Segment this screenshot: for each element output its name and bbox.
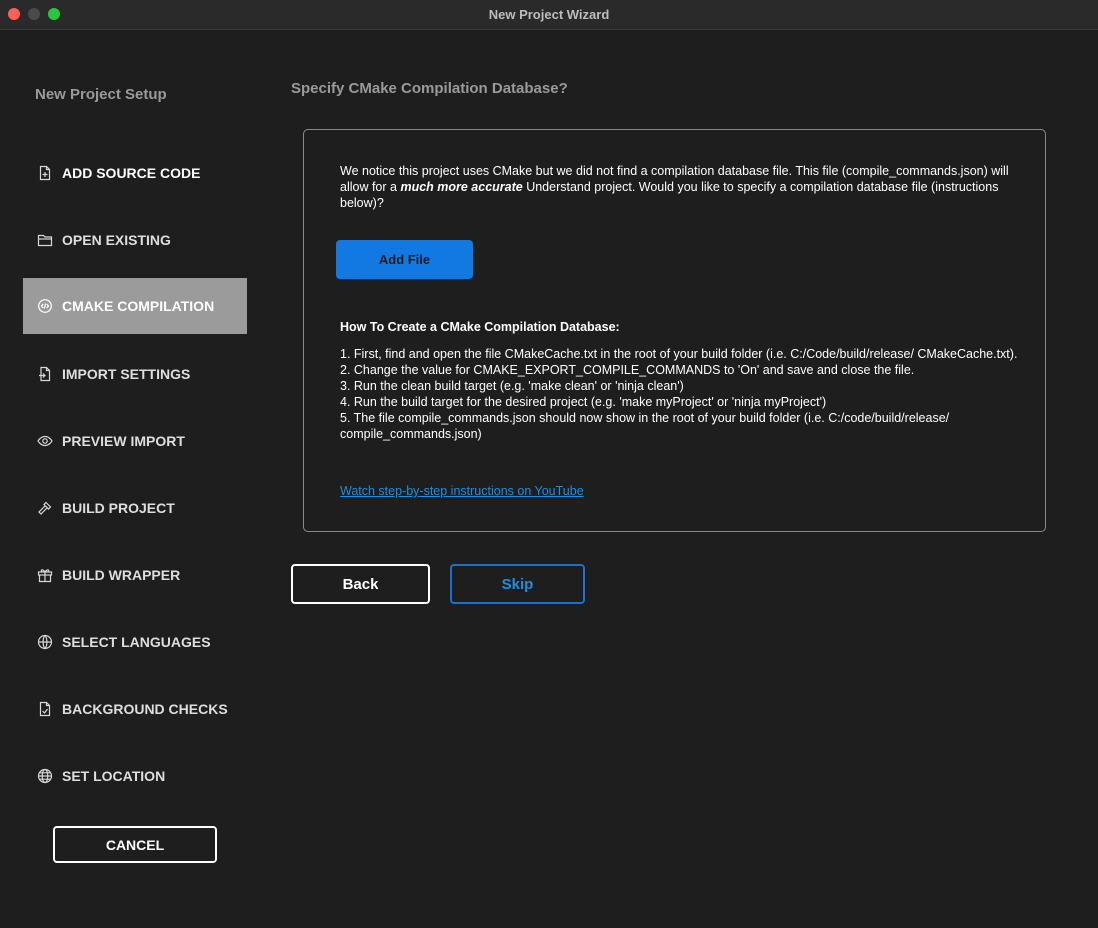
- cancel-button[interactable]: CANCEL: [53, 826, 217, 863]
- sidebar-item-add-source-code[interactable]: ADD SOURCE CODE: [23, 145, 247, 201]
- hammer-icon: [37, 500, 53, 516]
- eye-icon: [37, 433, 53, 449]
- skip-button[interactable]: Skip: [450, 564, 585, 604]
- sidebar-heading: New Project Setup: [35, 86, 167, 103]
- sidebar-item-select-languages[interactable]: SELECT LANGUAGES: [23, 614, 247, 670]
- globe-icon: [37, 768, 53, 784]
- sidebar-item-label: CMAKE COMPILATION: [62, 298, 215, 314]
- intro-text: We notice this project uses CMake but we…: [340, 163, 1020, 211]
- sidebar-item-label: BACKGROUND CHECKS: [62, 701, 228, 717]
- sidebar-item-build-project[interactable]: BUILD PROJECT: [23, 480, 247, 536]
- back-button[interactable]: Back: [291, 564, 430, 604]
- instruction-step: 4. Run the build target for the desired …: [340, 395, 827, 409]
- instruction-step: 3. Run the clean build target (e.g. 'mak…: [340, 379, 684, 393]
- code-gear-icon: [37, 298, 53, 314]
- cmake-info-card: We notice this project uses CMake but we…: [303, 129, 1046, 532]
- sidebar-item-open-existing[interactable]: OPEN EXISTING: [23, 212, 247, 268]
- sidebar-item-label: SET LOCATION: [62, 768, 166, 784]
- file-import-icon: [37, 366, 53, 382]
- file-add-icon: [37, 165, 53, 181]
- sidebar-item-label: BUILD WRAPPER: [62, 567, 181, 583]
- instruction-step: 2. Change the value for CMAKE_EXPORT_COM…: [340, 363, 915, 377]
- file-check-icon: [37, 701, 53, 717]
- code-circle-icon: [37, 634, 53, 650]
- sidebar-item-cmake-compilation[interactable]: CMAKE COMPILATION: [23, 278, 247, 334]
- howto-title: How To Create a CMake Compilation Databa…: [340, 320, 620, 334]
- sidebar-item-background-checks[interactable]: BACKGROUND CHECKS: [23, 681, 247, 737]
- sidebar-item-import-settings[interactable]: IMPORT SETTINGS: [23, 346, 247, 402]
- sidebar-item-label: ADD SOURCE CODE: [62, 165, 201, 181]
- sidebar-item-build-wrapper[interactable]: BUILD WRAPPER: [23, 547, 247, 603]
- sidebar-item-label: OPEN EXISTING: [62, 232, 171, 248]
- page-title: Specify CMake Compilation Database?: [291, 80, 568, 97]
- youtube-instructions-link[interactable]: Watch step-by-step instructions on YouTu…: [340, 484, 584, 498]
- window-title: New Project Wizard: [488, 7, 610, 22]
- sidebar-item-label: PREVIEW IMPORT: [62, 433, 185, 449]
- instruction-steps: 1. First, find and open the file CMakeCa…: [340, 346, 1030, 442]
- folder-open-icon: [37, 232, 53, 248]
- add-file-button[interactable]: Add File: [336, 240, 473, 279]
- sidebar-item-label: IMPORT SETTINGS: [62, 366, 191, 382]
- gift-icon: [37, 567, 53, 583]
- sidebar-item-label: BUILD PROJECT: [62, 500, 175, 516]
- sidebar-item-set-location[interactable]: SET LOCATION: [23, 748, 247, 804]
- instruction-step: 1. First, find and open the file CMakeCa…: [340, 347, 1018, 361]
- intro-emphasis: much more accurate: [400, 180, 523, 194]
- sidebar-item-label: SELECT LANGUAGES: [62, 634, 211, 650]
- instruction-step: 5. The file compile_commands.json should…: [340, 411, 950, 441]
- title-bar: New Project Wizard: [0, 0, 1098, 30]
- sidebar-item-preview-import[interactable]: PREVIEW IMPORT: [23, 413, 247, 469]
